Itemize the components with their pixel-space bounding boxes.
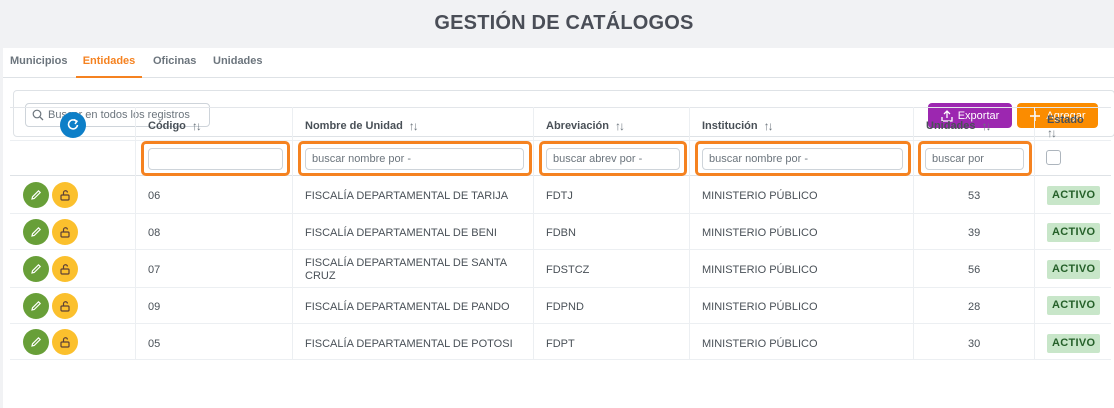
institucion-filter-input[interactable] [702, 148, 903, 170]
col-abreviacion[interactable]: Abreviación ↑↓ [546, 119, 625, 133]
cell-institucion: MINISTERIO PÚBLICO [702, 190, 818, 202]
sort-icon[interactable]: ↑↓ [615, 119, 625, 133]
cell-institucion: MINISTERIO PÚBLICO [702, 338, 818, 350]
cell-unidades: 28 [968, 301, 981, 313]
col-unidades[interactable]: Unidades ↑↓ [926, 119, 992, 133]
cell-abreviacion: FDSTCZ [546, 264, 590, 276]
cell-codigo: 06 [148, 190, 161, 202]
unidades-filter-box [918, 141, 1032, 176]
unlock-icon [60, 301, 70, 312]
cell-abreviacion: FDTJ [546, 190, 573, 202]
filter-row [10, 141, 1111, 176]
pencil-icon [31, 263, 42, 274]
col-estado[interactable]: Estado ↑↓ [1047, 114, 1084, 140]
abreviacion-filter-box [539, 141, 687, 176]
edit-button[interactable] [23, 329, 49, 355]
refresh-button[interactable] [60, 112, 86, 138]
pencil-icon [31, 226, 42, 237]
cell-codigo: 05 [148, 338, 161, 350]
cell-institucion: MINISTERIO PÚBLICO [702, 264, 818, 276]
sort-icon[interactable]: ↑↓ [764, 119, 774, 133]
cell-nombre-line2: CRUZ [305, 270, 336, 282]
edit-button[interactable] [23, 293, 49, 319]
status-badge: ACTIVO [1047, 186, 1101, 205]
status-badge: ACTIVO [1047, 296, 1101, 315]
refresh-icon [67, 118, 79, 130]
cell-abreviacion: FDPND [546, 301, 584, 313]
col-estado-label: Estado [1047, 114, 1084, 126]
cell-codigo: 08 [148, 227, 161, 239]
nombre-filter-box [298, 141, 532, 176]
status-badge: ACTIVO [1047, 260, 1101, 279]
unidades-filter-input[interactable] [925, 148, 1024, 170]
cell-codigo: 09 [148, 301, 161, 313]
sort-icon[interactable]: ↑↓ [192, 119, 202, 133]
unlock-icon [60, 190, 70, 201]
col-codigo[interactable]: Código ↑↓ [148, 119, 202, 133]
tab-municipios[interactable]: Municipios [10, 48, 67, 78]
pencil-icon [31, 336, 42, 347]
table-row: 09 FISCALÍA DEPARTAMENTAL DE PANDO FDPND… [10, 288, 1111, 324]
cell-nombre: FISCALÍA DEPARTAMENTAL DE TARIJA [305, 190, 509, 202]
abreviacion-filter-input[interactable] [546, 148, 680, 170]
cell-nombre: FISCALÍA DEPARTAMENTAL DE PANDO [305, 301, 510, 313]
sort-icon[interactable]: ↑↓ [982, 119, 992, 133]
institucion-filter-box [695, 141, 911, 176]
edit-button[interactable] [23, 219, 49, 245]
unlock-icon [60, 337, 70, 348]
cell-nombre: FISCALÍA DEPARTAMENTAL DE BENI [305, 227, 497, 239]
col-abreviacion-label: Abreviación [546, 120, 609, 132]
codigo-filter-box [141, 141, 290, 176]
cell-codigo: 07 [148, 264, 161, 276]
table-row: 06 FISCALÍA DEPARTAMENTAL DE TARIJA FDTJ… [10, 176, 1111, 214]
cell-unidades: 53 [968, 190, 981, 202]
cell-unidades: 39 [968, 227, 981, 239]
pencil-icon [31, 300, 42, 311]
col-institucion[interactable]: Institución ↑↓ [702, 119, 774, 133]
cell-abreviacion: FDBN [546, 227, 576, 239]
table-header: Código ↑↓ Nombre de Unidad ↑↓ Abreviación ↑… [10, 107, 1111, 141]
codigo-filter-input[interactable] [148, 148, 283, 170]
cell-unidades: 56 [968, 264, 981, 276]
tab-entidades[interactable]: Entidades [76, 48, 142, 78]
estado-filter-checkbox[interactable] [1046, 150, 1061, 165]
col-unidades-label: Unidades [926, 120, 976, 132]
pencil-icon [31, 189, 42, 200]
unlock-icon [60, 227, 70, 238]
cell-nombre: FISCALÍA DEPARTAMENTAL DE SANTA [305, 257, 508, 269]
unlock-icon [60, 264, 70, 275]
unlock-button[interactable] [52, 219, 78, 245]
status-badge: ACTIVO [1047, 223, 1101, 242]
sort-icon[interactable]: ↑↓ [409, 119, 419, 133]
tab-oficinas[interactable]: Oficinas [153, 48, 196, 78]
edit-button[interactable] [23, 182, 49, 208]
sort-icon[interactable]: ↑↓ [1047, 126, 1057, 140]
tab-unidades[interactable]: Unidades [213, 48, 263, 78]
table-row: 05 FISCALÍA DEPARTAMENTAL DE POTOSI FDPT… [10, 324, 1111, 360]
cell-institucion: MINISTERIO PÚBLICO [702, 301, 818, 313]
unlock-button[interactable] [52, 256, 78, 282]
page-title: GESTIÓN DE CATÁLOGOS [434, 12, 694, 34]
cell-unidades: 30 [968, 338, 981, 350]
cell-abreviacion: FDPT [546, 338, 575, 350]
nombre-filter-input[interactable] [305, 148, 524, 170]
unlock-button[interactable] [52, 293, 78, 319]
edit-button[interactable] [23, 256, 49, 282]
col-codigo-label: Código [148, 120, 186, 132]
status-badge: ACTIVO [1047, 334, 1101, 353]
table-row: 07 FISCALÍA DEPARTAMENTAL DE SANTA CRUZ … [10, 250, 1111, 288]
cell-institucion: MINISTERIO PÚBLICO [702, 227, 818, 239]
col-nombre[interactable]: Nombre de Unidad ↑↓ [305, 119, 419, 133]
col-nombre-label: Nombre de Unidad [305, 120, 403, 132]
table-row: 08 FISCALÍA DEPARTAMENTAL DE BENI FDBN M… [10, 214, 1111, 250]
tab-bar: Municipios Entidades Oficinas Unidades [3, 48, 1114, 78]
unlock-button[interactable] [52, 182, 78, 208]
cell-nombre: FISCALÍA DEPARTAMENTAL DE POTOSI [305, 338, 513, 350]
unlock-button[interactable] [52, 329, 78, 355]
col-institucion-label: Institución [702, 120, 758, 132]
